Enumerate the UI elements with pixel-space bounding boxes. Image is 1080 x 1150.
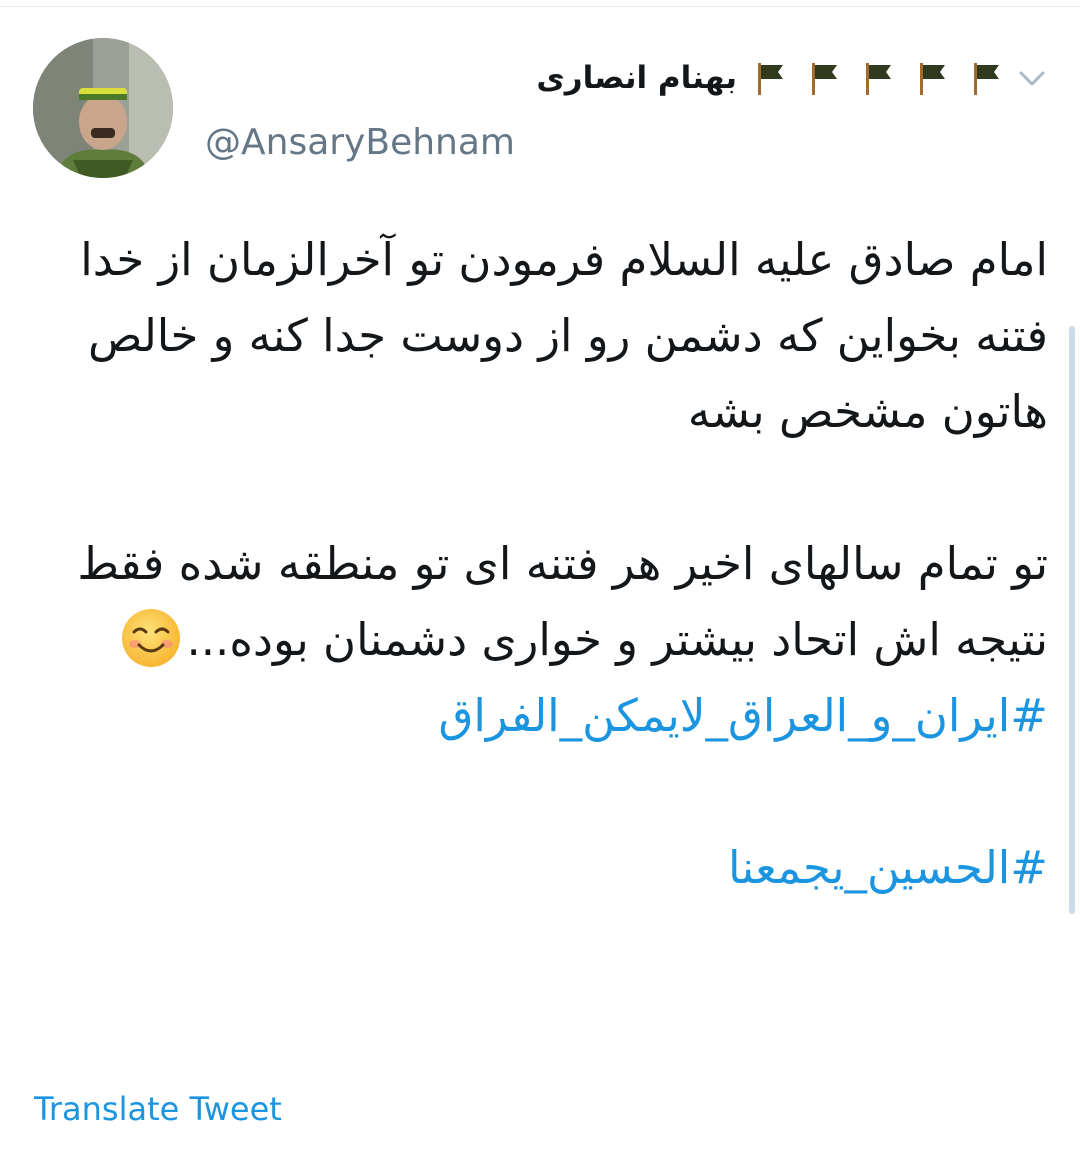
tweet-card: بهنام انصاری @AnsaryBehnam امام صادق علی… (0, 0, 1080, 1150)
translate-tweet-link[interactable]: Translate Tweet (34, 1090, 282, 1128)
avatar-photo (33, 38, 173, 178)
top-divider (0, 6, 1080, 7)
hashtag-link[interactable]: #ایران_و_العراق_لایمکن_الفراق (34, 678, 1048, 754)
tweet-paragraph-2-text: تو تمام سالهای اخیر هر فتنه ای تو منطقه … (77, 537, 1048, 666)
tweet-paragraph-1: امام صادق علیه السلام فرمودن تو آخرالزما… (80, 233, 1048, 438)
flag-icon (866, 63, 891, 95)
hashtag-link[interactable]: #الحسین_یجمعنا (34, 830, 1048, 906)
tweet-header: بهنام انصاری @AnsaryBehnam (205, 52, 1005, 163)
smiling-face-icon (122, 609, 181, 667)
scrollbar[interactable] (1069, 326, 1075, 914)
tweet-paragraph-2: تو تمام سالهای اخیر هر فتنه ای تو منطقه … (34, 526, 1048, 678)
flag-icon (920, 63, 945, 95)
flag-icon (812, 63, 837, 95)
flag-icon (758, 63, 783, 95)
name-flags (751, 59, 1005, 97)
user-handle[interactable]: @AnsaryBehnam (205, 122, 1005, 163)
flag-icon (974, 63, 999, 95)
chevron-down-icon[interactable] (1016, 64, 1048, 92)
name-row: بهنام انصاری (205, 52, 1005, 104)
tweet-text: امام صادق علیه السلام فرمودن تو آخرالزما… (34, 222, 1048, 906)
display-name[interactable]: بهنام انصاری (536, 60, 737, 96)
user-avatar[interactable] (33, 38, 173, 178)
